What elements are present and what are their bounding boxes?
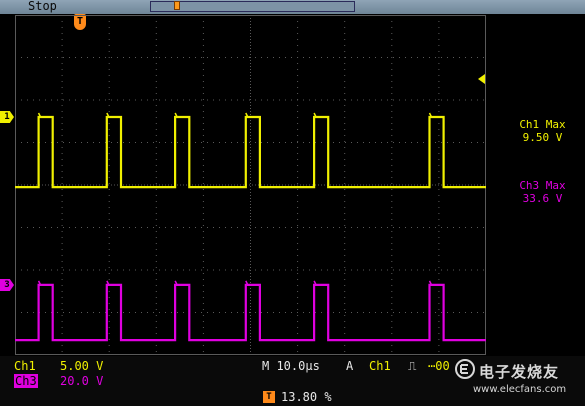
measurement-label: Ch3 Max — [519, 179, 566, 192]
acquisition-status: Stop — [28, 0, 57, 13]
record-view-marker[interactable] — [174, 1, 180, 10]
timebase-readout: M 10.0µs — [262, 359, 320, 373]
ch3-label[interactable]: Ch3 — [14, 374, 38, 388]
ch3-ground-marker[interactable]: 3 — [0, 279, 14, 291]
watermark-url: www.elecfans.com — [473, 384, 567, 395]
watermark: 电子发烧友 www.elecfans.com — [455, 357, 583, 401]
trigger-level-readout: ⋯00 — [428, 359, 450, 373]
ch1-ground-marker[interactable]: 1 — [0, 111, 14, 123]
ch1-label[interactable]: Ch1 — [14, 359, 36, 373]
rising-edge-icon: ⎍ — [408, 359, 417, 373]
top-bar: Stop — [0, 0, 585, 14]
ch1-max-measurement: Ch1 Max 9.50 V — [500, 118, 585, 144]
measurement-value: 9.50 V — [522, 131, 563, 144]
measurement-label: Ch1 Max — [519, 118, 566, 131]
ch3-max-measurement: Ch3 Max 33.6 V — [500, 179, 585, 205]
trigger-source: Ch1 — [369, 359, 391, 373]
ch1-scale: 5.00 V — [60, 359, 104, 373]
measurement-value: 33.6 V — [522, 192, 563, 205]
trigger-mode: A — [346, 359, 354, 373]
trace-ch1 — [15, 115, 486, 189]
record-position-bar[interactable] — [150, 1, 355, 12]
watermark-text: 电子发烧友 — [479, 363, 560, 381]
ch3-scale: 20.0 V — [60, 374, 104, 388]
horizontal-position: 13.80 % — [281, 390, 332, 404]
ef-logo-icon — [455, 359, 475, 379]
trigger-level-icon[interactable] — [478, 74, 485, 84]
waveform-display — [15, 15, 486, 355]
graticule-grid — [15, 15, 486, 355]
position-icon: T — [263, 391, 275, 403]
